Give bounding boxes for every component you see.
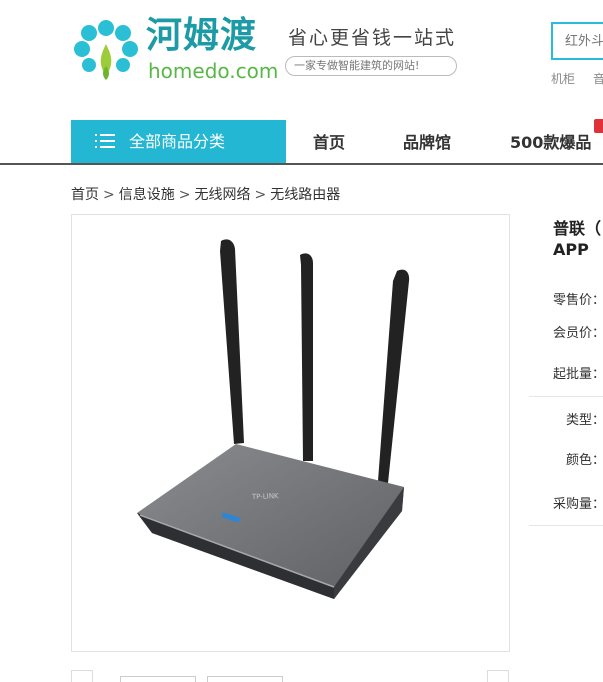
product-title: 普联（ APP — [553, 219, 602, 259]
hot-words: 机柜 音 — [551, 70, 603, 87]
breadcrumb-home[interactable]: 首页 — [71, 187, 99, 203]
purchase-qty-label: 采购量： — [553, 497, 603, 512]
info-divider — [529, 396, 603, 397]
breadcrumb-info-facilities[interactable]: 信息设施 — [119, 187, 175, 203]
hot-badge — [594, 119, 603, 133]
breadcrumb-separator: > — [254, 187, 267, 203]
search-input[interactable] — [553, 24, 603, 58]
info-divider — [529, 525, 603, 526]
brand-name-en[interactable]: homedo.com — [148, 60, 278, 82]
router-brand-text: TP-LINK — [251, 492, 279, 501]
product-image-frame[interactable]: TP-LINK — [71, 214, 510, 652]
type-label: 类型： — [566, 413, 603, 428]
search-box[interactable] — [551, 22, 603, 60]
hot-word-link[interactable]: 音 — [593, 72, 603, 86]
hot-word-link[interactable]: 机柜 — [551, 72, 575, 86]
breadcrumb-wireless-network[interactable]: 无线网络 — [194, 187, 250, 203]
thumb-prev-button[interactable] — [71, 670, 93, 682]
min-qty-label: 起批量： — [553, 367, 603, 382]
all-categories-label: 全部商品分类 — [129, 132, 226, 151]
nav-brand-hall[interactable]: 品牌馆 — [403, 120, 451, 163]
nav-divider — [0, 163, 603, 165]
sub-slogan: 一家专做智能建筑的网站! — [285, 56, 457, 76]
thumbnail[interactable] — [120, 676, 196, 682]
member-price-label: 会员价： — [553, 326, 603, 341]
thumb-next-button[interactable] — [487, 670, 509, 682]
brand-name-cn[interactable]: 河姆渡 — [146, 16, 257, 56]
breadcrumb: 首页 > 信息设施 > 无线网络 > 无线路由器 — [71, 184, 340, 204]
retail-price-label: 零售价： — [553, 293, 603, 308]
thumbnail[interactable] — [207, 676, 283, 682]
breadcrumb-separator: > — [178, 187, 191, 203]
color-label: 颜色： — [566, 453, 603, 468]
nav-home[interactable]: 首页 — [313, 120, 345, 163]
breadcrumb-separator: > — [103, 187, 115, 203]
nav-hot-products[interactable]: 500款爆品 — [510, 120, 591, 163]
homedo-logo-icon[interactable] — [70, 16, 142, 86]
all-categories-button[interactable]: 全部商品分类 — [71, 120, 286, 163]
slogan: 省心更省钱一站式 — [288, 27, 457, 49]
router-image: TP-LINK — [137, 239, 410, 599]
breadcrumb-wireless-router[interactable]: 无线路由器 — [270, 187, 340, 203]
menu-list-icon — [95, 133, 115, 149]
